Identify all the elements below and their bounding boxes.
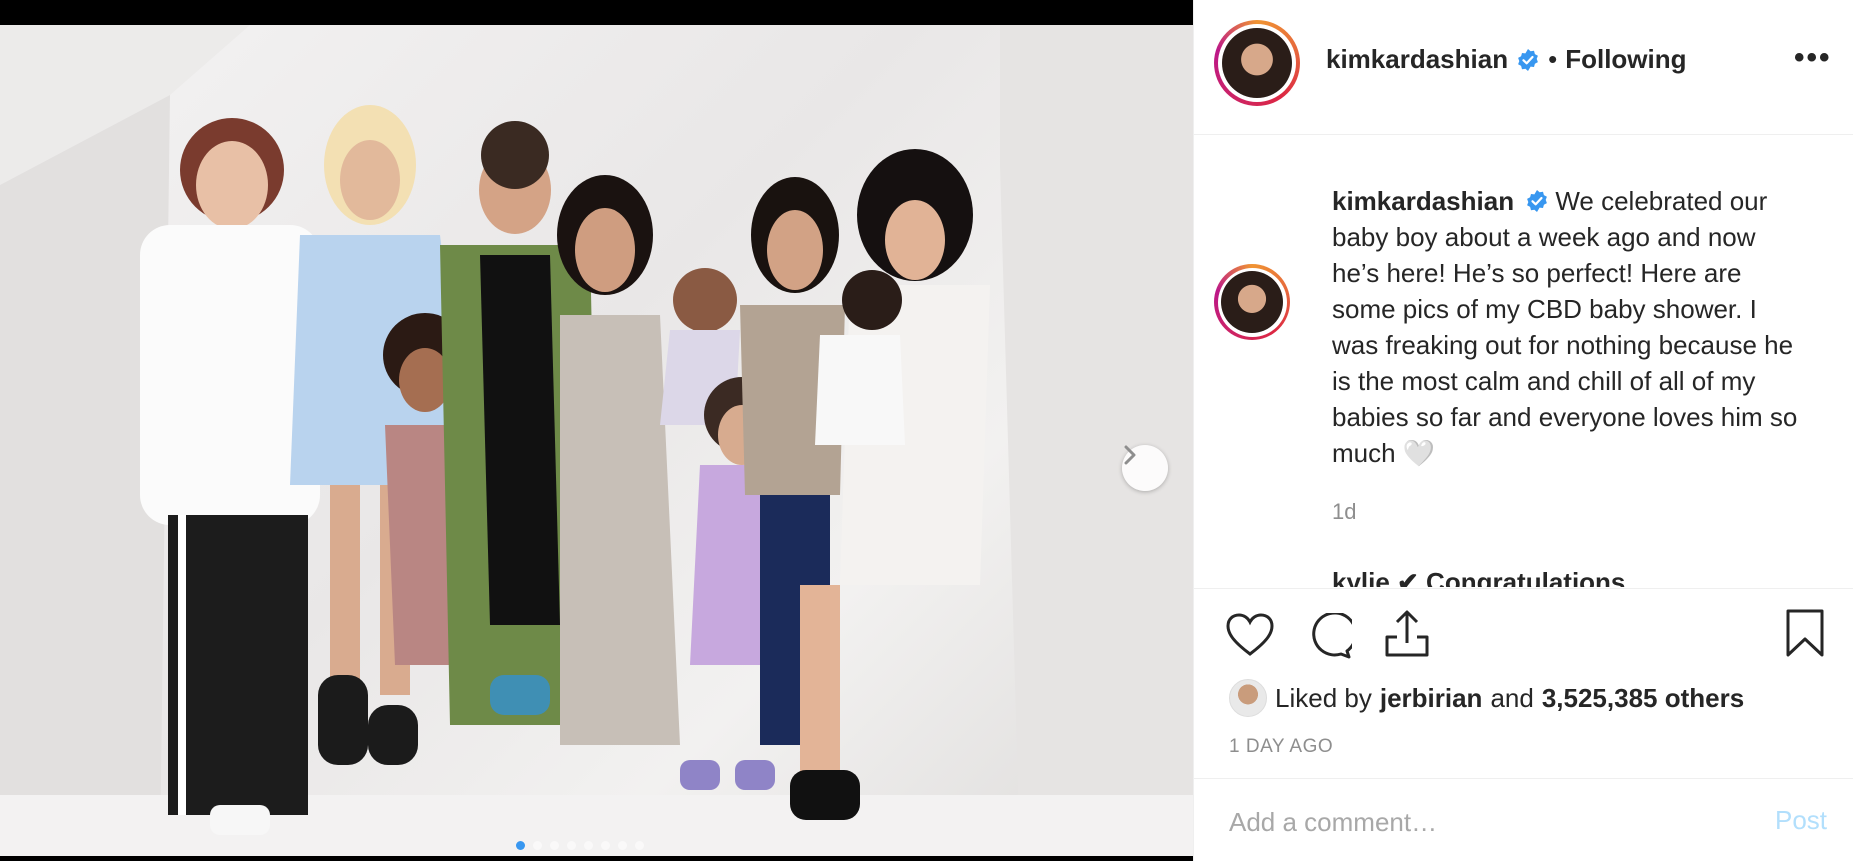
header-separator: • [1548,44,1558,74]
likes-count[interactable]: 3,525,385 others [1542,683,1744,714]
family-photo-illustration [0,25,1193,856]
avatar-image [1222,28,1292,98]
carousel-dot [516,841,525,850]
caption: kimkardashian We celebrated our baby boy… [1332,183,1802,471]
clipped-comment: kylie ✔ Congratulations [1332,567,1626,587]
likes-summary: Liked by jerbirian and 3,525,385 others [1229,679,1744,717]
caption-text: We celebrated our baby boy about a week … [1332,186,1798,468]
share-button[interactable] [1385,609,1429,662]
post-side-panel: kimkardashian • Following ••• kimkardash… [1193,0,1853,861]
carousel-dot [618,841,627,850]
comment-input[interactable] [1227,803,1731,841]
following-button[interactable]: Following [1565,44,1686,75]
comments-section[interactable]: kimkardashian We celebrated our baby boy… [1194,135,1853,587]
liker-avatar[interactable] [1229,679,1267,717]
heart-icon [1226,613,1274,656]
next-photo-button[interactable] [1122,445,1168,491]
caption-timestamp[interactable]: 1d [1332,499,1356,525]
caption-username[interactable]: kimkardashian [1332,186,1514,216]
photo-viewer [0,0,1193,861]
carousel-dot [533,841,542,850]
chevron-right-icon [1124,445,1136,465]
post-photo[interactable] [0,25,1193,856]
profile-avatar[interactable] [1214,20,1300,106]
post-comment-button[interactable]: Post [1775,805,1827,836]
more-options-icon[interactable]: ••• [1794,43,1832,73]
post-date[interactable]: 1 DAY AGO [1229,736,1333,758]
like-button[interactable] [1226,613,1274,662]
post-header: kimkardashian • Following ••• [1194,0,1853,135]
caption-verified-badge-icon [1527,190,1548,212]
carousel-dot [550,841,559,850]
verified-badge-icon [1518,48,1538,71]
likes-and: and [1490,682,1534,713]
comment-form: Post [1194,778,1853,862]
post-actions: Liked by jerbirian and 3,525,385 others … [1194,588,1853,779]
carousel-dot [567,841,576,850]
header-username[interactable]: kimkardashian [1326,44,1508,75]
save-button[interactable] [1786,609,1824,662]
carousel-dot [584,841,593,850]
caption-avatar[interactable] [1214,264,1290,340]
comment-button[interactable] [1306,611,1358,664]
comment-bubble-icon [1312,611,1358,659]
bookmark-icon [1786,609,1824,657]
liker-username[interactable]: jerbirian [1380,683,1483,714]
caption-avatar-image [1221,271,1283,333]
likes-prefix: Liked by [1275,682,1372,713]
carousel-dot [601,841,610,850]
carousel-dot [635,841,644,850]
carousel-indicator [516,841,644,850]
share-icon [1385,610,1429,657]
